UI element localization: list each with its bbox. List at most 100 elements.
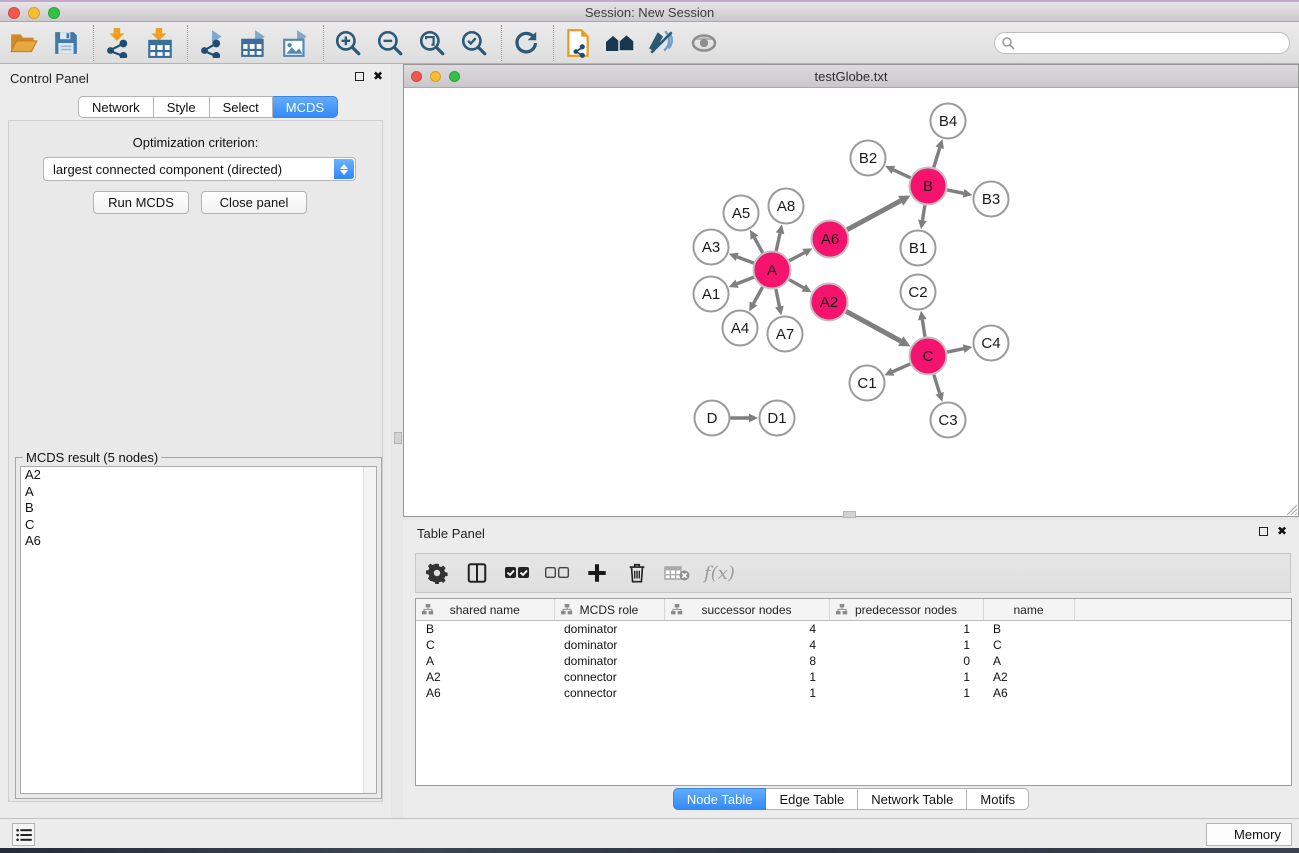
graph-node-A[interactable]: A (754, 252, 791, 289)
column-visibility-button[interactable] (464, 560, 490, 586)
cell-name[interactable]: A (983, 653, 1074, 669)
graph-node-A4[interactable]: A4 (723, 311, 758, 346)
graph-node-C3[interactable]: C3 (931, 403, 966, 438)
graph-node-D1[interactable]: D1 (760, 401, 795, 436)
result-item[interactable]: A (21, 484, 376, 501)
show-graphics-details-button[interactable] (687, 26, 721, 60)
cell-name[interactable]: C (983, 637, 1074, 653)
delete-table-button[interactable] (664, 560, 690, 586)
column-header-predecessor-nodes[interactable]: predecessor nodes (829, 599, 983, 621)
graph-node-A8[interactable]: A8 (769, 189, 804, 224)
graph-node-B[interactable]: B (910, 168, 947, 205)
edge-A2-C[interactable] (846, 311, 901, 341)
save-session-button[interactable] (49, 26, 83, 60)
cell-predecessor-nodes[interactable]: 0 (829, 653, 983, 669)
result-item[interactable]: A2 (21, 467, 376, 484)
import-table-button[interactable] (143, 26, 177, 60)
cell-shared-name[interactable]: A (416, 653, 554, 669)
graph-node-D[interactable]: D (695, 401, 730, 436)
edge-B-B3[interactable] (947, 190, 963, 193)
cell-predecessor-nodes[interactable]: 1 (829, 669, 983, 685)
cell-successor-nodes[interactable]: 1 (664, 669, 829, 685)
function-builder-button[interactable]: f(x) (704, 560, 735, 586)
table-row[interactable]: A6connector11A6 (416, 685, 1291, 701)
edge-A-A3[interactable] (737, 257, 754, 263)
resize-grip-icon[interactable] (1284, 502, 1297, 515)
edge-C-C4[interactable] (947, 349, 963, 352)
zoom-in-button[interactable] (331, 26, 365, 60)
edge-C-C3[interactable] (934, 375, 940, 394)
result-item[interactable]: C (21, 517, 376, 534)
tab-select[interactable]: Select (210, 96, 273, 118)
cell-successor-nodes[interactable]: 1 (664, 685, 829, 701)
export-network-button[interactable] (195, 26, 229, 60)
refresh-button[interactable] (509, 26, 543, 60)
table-row[interactable]: A2connector11A2 (416, 669, 1291, 685)
edge-A-A4[interactable] (754, 287, 763, 303)
cell-shared-name[interactable]: A6 (416, 685, 554, 701)
graph-node-A7[interactable]: A7 (768, 317, 803, 352)
column-header-mcds-role[interactable]: MCDS role (554, 599, 664, 621)
delete-column-button[interactable] (624, 560, 650, 586)
node-table[interactable]: shared nameMCDS rolesuccessor nodesprede… (416, 599, 1291, 701)
close-table-panel-icon[interactable]: ✖ (1277, 526, 1287, 536)
graph-node-A3[interactable]: A3 (694, 230, 729, 265)
cell-mcds-role[interactable]: dominator (554, 653, 664, 669)
cell-predecessor-nodes[interactable]: 1 (829, 621, 983, 638)
cell-shared-name[interactable]: A2 (416, 669, 554, 685)
edge-A-A5[interactable] (754, 238, 762, 253)
export-image-button[interactable] (279, 26, 313, 60)
new-network-from-selection-button[interactable] (561, 26, 595, 60)
edge-A-A6[interactable] (789, 253, 804, 261)
cell-mcds-role[interactable]: dominator (554, 637, 664, 653)
edge-A-A1[interactable] (737, 277, 754, 284)
graph-node-B4[interactable]: B4 (931, 104, 966, 139)
graph-node-B1[interactable]: B1 (901, 231, 936, 266)
cell-successor-nodes[interactable]: 4 (664, 637, 829, 653)
vizmapper-toggle-button[interactable] (645, 26, 679, 60)
edge-C-C2[interactable] (922, 320, 925, 337)
cell-successor-nodes[interactable]: 4 (664, 621, 829, 638)
graph-node-C[interactable]: C (910, 338, 947, 375)
graph-node-C1[interactable]: C1 (850, 366, 885, 401)
search-input[interactable] (994, 32, 1290, 54)
float-table-panel-icon[interactable] (1259, 527, 1268, 536)
split-handle-vertical[interactable] (394, 432, 402, 444)
graph-node-B2[interactable]: B2 (851, 141, 886, 176)
cell-mcds-role[interactable]: connector (554, 685, 664, 701)
edge-A-A2[interactable] (789, 280, 804, 288)
tab-node-table[interactable]: Node Table (673, 788, 767, 810)
graph-node-C4[interactable]: C4 (974, 326, 1009, 361)
edge-C-C1[interactable] (893, 364, 911, 372)
network-canvas[interactable]: B4B2BB3A8A5A6A3B1AC2A1A2A4A7C4CC1C3DD1 (404, 88, 1298, 516)
zoom-fit-button[interactable] (415, 26, 449, 60)
cell-shared-name[interactable]: B (416, 621, 554, 638)
column-header-shared-name[interactable]: shared name (416, 599, 554, 621)
column-header-name[interactable]: name (983, 599, 1074, 621)
criterion-dropdown[interactable]: largest connected component (directed) (43, 157, 356, 181)
cell-predecessor-nodes[interactable]: 1 (829, 637, 983, 653)
cell-mcds-role[interactable]: dominator (554, 621, 664, 638)
graph-node-A5[interactable]: A5 (724, 196, 759, 231)
tab-network[interactable]: Network (78, 96, 154, 118)
tab-mcds[interactable]: MCDS (273, 96, 338, 118)
graph-node-A1[interactable]: A1 (694, 277, 729, 312)
cell-successor-nodes[interactable]: 8 (664, 653, 829, 669)
edge-A-A8[interactable] (776, 233, 780, 251)
zoom-selected-button[interactable] (457, 26, 491, 60)
cell-name[interactable]: A6 (983, 685, 1074, 701)
table-settings-button[interactable] (424, 560, 450, 586)
split-handle-horizontal[interactable] (843, 511, 856, 518)
task-history-button[interactable] (12, 823, 35, 846)
result-item[interactable]: A6 (21, 533, 376, 550)
column-header-successor-nodes[interactable]: successor nodes (664, 599, 829, 621)
tab-style[interactable]: Style (154, 96, 210, 118)
table-row[interactable]: Bdominator41B (416, 621, 1291, 638)
table-row[interactable]: Cdominator41C (416, 637, 1291, 653)
float-panel-icon[interactable] (355, 72, 364, 81)
edge-A-A7[interactable] (776, 289, 780, 306)
deselect-all-button[interactable] (544, 560, 570, 586)
graph-node-A2[interactable]: A2 (811, 284, 848, 321)
tab-motifs[interactable]: Motifs (967, 788, 1029, 810)
tab-edge-table[interactable]: Edge Table (766, 788, 858, 810)
